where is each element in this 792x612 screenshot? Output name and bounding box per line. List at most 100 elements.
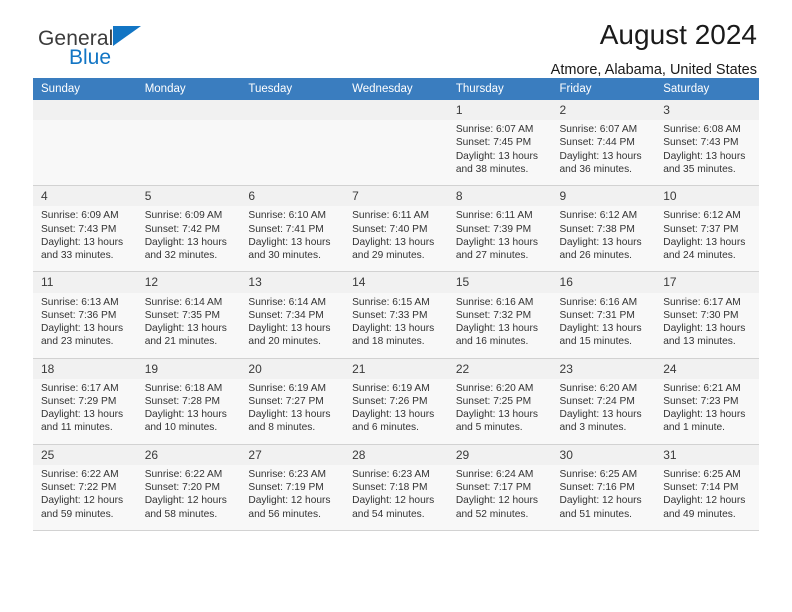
day-detail-block: Sunrise: 6:19 AM Sunset: 7:26 PM Daylight:… <box>344 378 448 444</box>
day-number: 3 <box>663 103 670 117</box>
sunrise-text: Sunrise: 6:10 AM <box>248 210 326 222</box>
sunset-text: Sunset: 7:32 PM <box>455 309 532 321</box>
sunrise-text: Sunrise: 6:17 AM <box>663 296 741 308</box>
calendar-day-cell[interactable]: 20 Sunrise: 6:19 AM Sunset: 7:27 PM Dayligh… <box>240 358 345 445</box>
calendar-day-cell[interactable]: 22 Sunrise: 6:20 AM Sunset: 7:25 PM Dayligh… <box>447 358 552 445</box>
day-detail-block: Sunrise: 6:07 AM Sunset: 7:45 PM Daylight:… <box>447 120 552 186</box>
calendar-day-cell[interactable]: 21 Sunrise: 6:19 AM Sunset: 7:26 PM Dayligh… <box>344 358 448 445</box>
calendar-day-cell[interactable]: 10 Sunrise: 6:12 AM Sunset: 7:37 PM Dayligh… <box>655 185 759 273</box>
day-number: 25 <box>41 447 55 462</box>
title-block: August 2024 Atmore, Alabama, United Stat… <box>551 19 757 79</box>
logo-triangle-icon <box>113 26 142 46</box>
daylight-text-line1: Daylight: 13 hours <box>352 236 435 248</box>
calendar-day-cell[interactable]: 1 Sunrise: 6:07 AM Sunset: 7:45 PM Daylight… <box>447 100 552 187</box>
daylight-text-line2: and 59 minutes. <box>41 508 114 520</box>
calendar-day-cell[interactable]: 7 Sunrise: 6:11 AM Sunset: 7:40 PM Daylight… <box>344 185 448 273</box>
calendar-day-cell[interactable]: 19 Sunrise: 6:18 AM Sunset: 7:28 PM Dayligh… <box>136 358 241 445</box>
sunset-text: Sunset: 7:41 PM <box>248 223 324 235</box>
day-detail-block: Sunrise: 6:22 AM Sunset: 7:20 PM Daylight:… <box>136 464 241 530</box>
daylight-text-line1: Daylight: 13 hours <box>248 322 331 334</box>
daylight-text-line1: Daylight: 13 hours <box>144 322 227 334</box>
calendar-day-cell-empty <box>33 100 137 187</box>
sunrise-text: Sunrise: 6:20 AM <box>559 382 638 394</box>
day-number: 26 <box>144 447 159 462</box>
calendar-day-cell[interactable]: 25 Sunrise: 6:22 AM Sunset: 7:22 PM Dayligh… <box>33 444 137 531</box>
calendar-day-cell[interactable]: 12 Sunrise: 6:14 AM Sunset: 7:35 PM Dayligh… <box>136 271 241 359</box>
calendar-day-cell[interactable]: 13 Sunrise: 6:14 AM Sunset: 7:34 PM Dayligh… <box>240 271 345 359</box>
sunset-text: Sunset: 7:35 PM <box>144 309 221 321</box>
day-detail-block: Sunrise: 6:11 AM Sunset: 7:39 PM Daylight:… <box>447 206 552 272</box>
calendar-day-cell[interactable]: 8 Sunrise: 6:11 AM Sunset: 7:39 PM Daylight… <box>447 185 552 273</box>
calendar-week-row: 25 Sunrise: 6:22 AM Sunset: 7:22 PM Dayligh… <box>33 444 759 531</box>
general-blue-logo: General Blue <box>38 26 142 69</box>
daylight-text-line2: and 23 minutes. <box>41 336 114 348</box>
calendar-day-cell[interactable]: 18 Sunrise: 6:17 AM Sunset: 7:29 PM Dayligh… <box>33 358 137 445</box>
calendar-day-cell[interactable]: 16 Sunrise: 6:16 AM Sunset: 7:31 PM Dayligh… <box>551 271 656 359</box>
calendar-day-cell[interactable]: 17 Sunrise: 6:17 AM Sunset: 7:30 PM Dayligh… <box>655 271 759 359</box>
sunset-text: Sunset: 7:17 PM <box>455 482 532 494</box>
calendar-day-cell[interactable]: 24 Sunrise: 6:21 AM Sunset: 7:23 PM Dayligh… <box>655 358 759 445</box>
calendar-day-cell[interactable]: 3 Sunrise: 6:08 AM Sunset: 7:43 PM Daylight… <box>655 100 759 187</box>
sunset-text: Sunset: 7:42 PM <box>144 223 221 235</box>
sunset-text: Sunset: 7:14 PM <box>663 482 739 494</box>
day-number: 23 <box>559 361 573 376</box>
daylight-text-line1: Daylight: 12 hours <box>352 495 435 507</box>
calendar-table: Sunday Monday Tuesday Wednesday Thursday… <box>33 78 759 531</box>
calendar-day-cell[interactable]: 28 Sunrise: 6:23 AM Sunset: 7:18 PM Dayligh… <box>344 444 448 531</box>
calendar-head: Sunday Monday Tuesday Wednesday Thursday… <box>33 78 759 100</box>
day-number: 2 <box>559 103 567 117</box>
sunrise-text: Sunrise: 6:09 AM <box>144 210 223 222</box>
sunrise-text: Sunrise: 6:25 AM <box>663 468 741 480</box>
calendar-day-cell[interactable]: 5 Sunrise: 6:09 AM Sunset: 7:42 PM Daylight… <box>136 185 241 273</box>
sunset-text: Sunset: 7:43 PM <box>663 137 739 149</box>
daylight-text-line2: and 54 minutes. <box>352 508 425 520</box>
day-detail-block: Sunrise: 6:08 AM Sunset: 7:43 PM Daylight:… <box>655 120 759 186</box>
calendar-day-cell[interactable]: 23 Sunrise: 6:20 AM Sunset: 7:24 PM Dayligh… <box>551 358 656 445</box>
weekday-header-wednesday: Wednesday <box>344 78 448 100</box>
daylight-text-line1: Daylight: 13 hours <box>663 150 746 162</box>
daylight-text-line2: and 20 minutes. <box>248 336 321 348</box>
daylight-text-line2: and 6 minutes. <box>352 422 419 434</box>
day-detail-block: Sunrise: 6:19 AM Sunset: 7:27 PM Daylight:… <box>240 378 345 444</box>
daylight-text-line1: Daylight: 12 hours <box>144 495 227 507</box>
day-detail-block: Sunrise: 6:10 AM Sunset: 7:41 PM Daylight:… <box>240 206 345 272</box>
day-detail-block: Sunrise: 6:18 AM Sunset: 7:28 PM Daylight:… <box>136 378 241 444</box>
day-number: 14 <box>352 275 366 290</box>
daylight-text-line1: Daylight: 12 hours <box>248 495 331 507</box>
sunset-text: Sunset: 7:25 PM <box>455 395 532 407</box>
calendar-day-cell[interactable]: 31 Sunrise: 6:25 AM Sunset: 7:14 PM Dayligh… <box>655 444 759 531</box>
day-number: 30 <box>559 447 573 462</box>
sunrise-text: Sunrise: 6:12 AM <box>559 210 638 222</box>
calendar-day-cell[interactable]: 11 Sunrise: 6:13 AM Sunset: 7:36 PM Dayligh… <box>33 271 137 359</box>
daylight-text-line1: Daylight: 12 hours <box>41 495 124 507</box>
day-number: 10 <box>663 189 677 204</box>
calendar-day-cell[interactable]: 27 Sunrise: 6:23 AM Sunset: 7:19 PM Dayligh… <box>240 444 345 531</box>
daylight-text-line2: and 10 minutes. <box>144 422 218 434</box>
day-detail-block: Sunrise: 6:12 AM Sunset: 7:38 PM Daylight:… <box>551 206 656 272</box>
weekday-header-monday: Monday <box>136 78 241 100</box>
daylight-text-line2: and 29 minutes. <box>352 249 425 261</box>
calendar-day-cell[interactable]: 29 Sunrise: 6:24 AM Sunset: 7:17 PM Dayligh… <box>447 444 552 531</box>
day-detail-block: Sunrise: 6:24 AM Sunset: 7:17 PM Daylight:… <box>447 464 552 530</box>
sunset-text: Sunset: 7:22 PM <box>41 482 117 494</box>
daylight-text-line2: and 26 minutes. <box>559 249 633 261</box>
day-number: 19 <box>144 361 159 376</box>
sunset-text: Sunset: 7:28 PM <box>144 395 221 407</box>
sunrise-text: Sunrise: 6:22 AM <box>41 468 119 480</box>
sunrise-text: Sunrise: 6:12 AM <box>663 210 741 222</box>
calendar-day-cell[interactable]: 26 Sunrise: 6:22 AM Sunset: 7:20 PM Dayligh… <box>136 444 241 531</box>
calendar-day-cell[interactable]: 15 Sunrise: 6:16 AM Sunset: 7:32 PM Dayligh… <box>447 271 552 359</box>
daylight-text-line2: and 1 minute. <box>663 422 725 434</box>
calendar-day-cell[interactable]: 30 Sunrise: 6:25 AM Sunset: 7:16 PM Dayligh… <box>551 444 656 531</box>
day-number: 7 <box>352 189 359 204</box>
logo-blue-label: Blue <box>69 46 112 69</box>
day-detail-block: Sunrise: 6:11 AM Sunset: 7:40 PM Daylight:… <box>344 206 448 272</box>
calendar-day-cell[interactable]: 9 Sunrise: 6:12 AM Sunset: 7:38 PM Daylight… <box>551 185 656 273</box>
sunset-text: Sunset: 7:16 PM <box>559 482 635 494</box>
calendar-day-cell[interactable]: 6 Sunrise: 6:10 AM Sunset: 7:41 PM Daylight… <box>240 185 345 273</box>
calendar-day-cell[interactable]: 2 Sunrise: 6:07 AM Sunset: 7:44 PM Daylight… <box>551 100 656 187</box>
calendar-day-cell[interactable]: 14 Sunrise: 6:15 AM Sunset: 7:33 PM Dayligh… <box>344 271 448 359</box>
calendar-day-cell[interactable]: 4 Sunrise: 6:09 AM Sunset: 7:43 PM Daylight… <box>33 185 137 273</box>
sunset-text: Sunset: 7:19 PM <box>248 482 324 494</box>
daylight-text-line2: and 11 minutes. <box>41 422 113 434</box>
